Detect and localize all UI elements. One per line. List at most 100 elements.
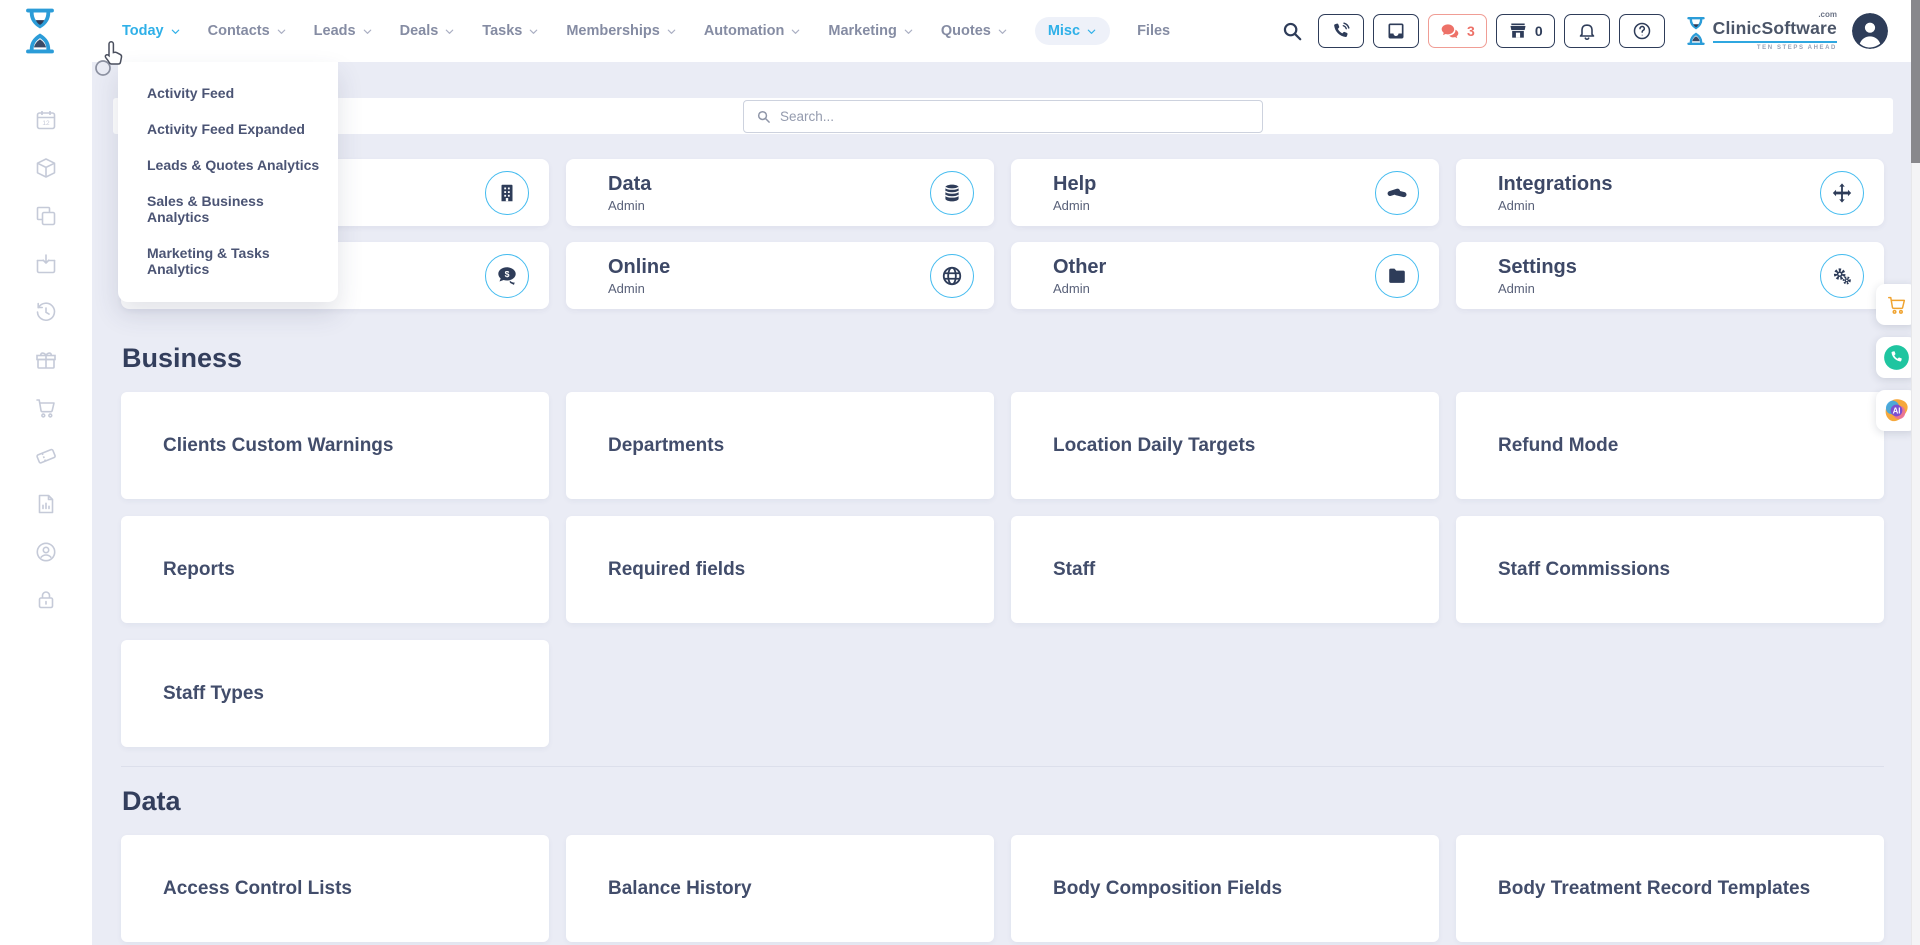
card-balance-history[interactable]: Balance History bbox=[566, 835, 994, 942]
card-clients-custom-warnings[interactable]: Clients Custom Warnings bbox=[121, 392, 549, 499]
brand-logo[interactable]: .com ClinicSoftware TEN STEPS AHEAD bbox=[1684, 11, 1837, 51]
voucher-icon[interactable] bbox=[34, 444, 58, 468]
card-staff-commissions[interactable]: Staff Commissions bbox=[1456, 516, 1884, 623]
nav-item-files[interactable]: Files bbox=[1137, 17, 1170, 45]
card-required-fields[interactable]: Required fields bbox=[566, 516, 994, 623]
person-icon bbox=[1852, 13, 1888, 49]
menu-item-sales-business-analytics[interactable]: Sales & Business Analytics bbox=[118, 183, 338, 235]
lock-icon[interactable] bbox=[34, 588, 58, 612]
scrollbar-thumb[interactable] bbox=[1911, 0, 1920, 163]
admin-card-other[interactable]: OtherAdmin bbox=[1011, 242, 1439, 309]
nav-item-label: Misc bbox=[1048, 23, 1080, 39]
nav-item-deals[interactable]: Deals bbox=[400, 17, 456, 45]
card-body-composition-fields[interactable]: Body Composition Fields bbox=[1011, 835, 1439, 942]
nav-item-label: Marketing bbox=[828, 23, 897, 39]
admin-card-text: HelpAdmin bbox=[1053, 173, 1096, 213]
card-staff[interactable]: Staff bbox=[1011, 516, 1439, 623]
phone-button[interactable] bbox=[1318, 14, 1364, 48]
database-icon bbox=[930, 171, 974, 215]
help-button[interactable] bbox=[1619, 14, 1665, 48]
phone-icon bbox=[1331, 21, 1351, 41]
nav-item-label: Deals bbox=[400, 23, 439, 39]
history-icon[interactable] bbox=[34, 300, 58, 324]
search-input[interactable] bbox=[780, 109, 1250, 124]
svg-text:$: $ bbox=[505, 269, 510, 279]
user-badge-icon[interactable] bbox=[34, 540, 58, 564]
chat-icon bbox=[1440, 21, 1460, 41]
card-access-control-lists[interactable]: Access Control Lists bbox=[121, 835, 549, 942]
card-location-daily-targets[interactable]: Location Daily Targets bbox=[1011, 392, 1439, 499]
card-staff-types[interactable]: Staff Types bbox=[121, 640, 549, 747]
nav-item-marketing[interactable]: Marketing bbox=[828, 17, 914, 45]
cart-icon[interactable] bbox=[34, 396, 58, 420]
hourglass-logo-icon bbox=[1684, 15, 1708, 47]
admin-card-help[interactable]: HelpAdmin bbox=[1011, 159, 1439, 226]
app-logo[interactable] bbox=[20, 7, 60, 55]
nav-item-misc[interactable]: Misc bbox=[1035, 17, 1110, 45]
admin-card-text: SettingsAdmin bbox=[1498, 256, 1577, 296]
admin-card-integrations[interactable]: IntegrationsAdmin bbox=[1456, 159, 1884, 226]
search-bar[interactable] bbox=[743, 100, 1263, 133]
notifications-button[interactable] bbox=[1564, 14, 1610, 48]
header-actions: 3 0 .com ClinicSoftware TEN STEPS AHEAD bbox=[1281, 11, 1888, 51]
top-nav: Today Contacts Leads Deals Tasks Memberships A… bbox=[0, 0, 1920, 62]
gears-icon bbox=[1820, 254, 1864, 298]
nav-item-leads[interactable]: Leads bbox=[314, 17, 373, 45]
nav-item-today[interactable]: Today bbox=[122, 17, 181, 45]
nav-item-automation[interactable]: Automation bbox=[704, 17, 802, 45]
calendar-import-icon[interactable] bbox=[34, 252, 58, 276]
page-scrollbar[interactable] bbox=[1911, 0, 1920, 945]
card-title: Balance History bbox=[608, 878, 752, 900]
nav-item-contacts[interactable]: Contacts bbox=[208, 17, 287, 45]
report-icon[interactable] bbox=[34, 492, 58, 516]
search-icon[interactable] bbox=[1281, 20, 1303, 42]
nav-item-label: Leads bbox=[314, 23, 356, 39]
menu-item-activity-feed[interactable]: Activity Feed bbox=[118, 75, 338, 111]
help-icon bbox=[1632, 21, 1652, 41]
chevron-down-icon bbox=[444, 26, 455, 37]
gift-icon[interactable] bbox=[34, 348, 58, 372]
card-title: Required fields bbox=[608, 559, 745, 581]
admin-card-data[interactable]: Data Admin bbox=[566, 159, 994, 226]
admin-card-title: Integrations bbox=[1498, 173, 1612, 195]
section-title: Data bbox=[122, 786, 1884, 817]
chat-count-badge: 3 bbox=[1467, 23, 1475, 39]
admin-card-subtitle: Admin bbox=[608, 198, 651, 213]
nav-item-tasks[interactable]: Tasks bbox=[482, 17, 539, 45]
admin-card-online[interactable]: OnlineAdmin bbox=[566, 242, 994, 309]
chevron-down-icon bbox=[666, 26, 677, 37]
package-icon[interactable] bbox=[34, 156, 58, 180]
card-reports[interactable]: Reports bbox=[121, 516, 549, 623]
menu-item-activity-feed-expanded[interactable]: Activity Feed Expanded bbox=[118, 111, 338, 147]
menu-item-leads-quotes-analytics[interactable]: Leads & Quotes Analytics bbox=[118, 147, 338, 183]
admin-card-title: Data bbox=[608, 173, 651, 195]
calendar-icon[interactable]: 12 bbox=[34, 108, 58, 132]
nav-item-label: Quotes bbox=[941, 23, 991, 39]
nav-item-memberships[interactable]: Memberships bbox=[566, 17, 676, 45]
copy-icon[interactable] bbox=[34, 204, 58, 228]
move-icon bbox=[1820, 171, 1864, 215]
card-title: Refund Mode bbox=[1498, 435, 1618, 457]
chevron-down-icon bbox=[528, 26, 539, 37]
card-title: Clients Custom Warnings bbox=[163, 435, 393, 457]
chat-button[interactable]: 3 bbox=[1428, 14, 1487, 48]
nav-item-quotes[interactable]: Quotes bbox=[941, 17, 1008, 45]
admin-card-title: Settings bbox=[1498, 256, 1577, 278]
admin-card-title: Help bbox=[1053, 173, 1096, 195]
admin-cards-grid: DataAdminHelpAdminIntegrationsAdminMarke… bbox=[121, 159, 1884, 309]
avatar[interactable] bbox=[1852, 13, 1888, 49]
nav-item-label: Contacts bbox=[208, 23, 270, 39]
card-departments[interactable]: Departments bbox=[566, 392, 994, 499]
admin-card-subtitle: Admin bbox=[608, 281, 670, 296]
card-title: Staff Commissions bbox=[1498, 559, 1670, 581]
card-refund-mode[interactable]: Refund Mode bbox=[1456, 392, 1884, 499]
globe-icon bbox=[930, 254, 974, 298]
building-icon bbox=[485, 171, 529, 215]
register-button[interactable]: 0 bbox=[1496, 14, 1555, 48]
inbox-button[interactable] bbox=[1373, 14, 1419, 48]
section-data: Data Access Control Lists Balance History B… bbox=[121, 766, 1884, 942]
menu-item-marketing-tasks-analytics[interactable]: Marketing & Tasks Analytics bbox=[118, 235, 338, 287]
search-icon bbox=[756, 109, 771, 124]
card-body-treatment-record-templates[interactable]: Body Treatment Record Templates bbox=[1456, 835, 1884, 942]
admin-card-settings[interactable]: SettingsAdmin bbox=[1456, 242, 1884, 309]
